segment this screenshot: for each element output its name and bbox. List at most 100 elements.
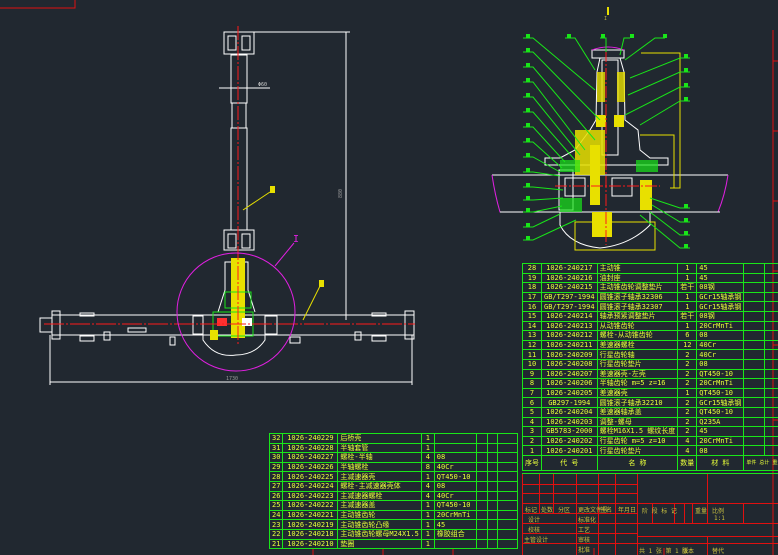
bom-row: 5 1026-240204 差速器轴承盖 2 QT450-10 — [522, 406, 778, 418]
bom-cell-code: GB/T297-1994 — [541, 291, 598, 303]
col-zone: 分区 — [558, 507, 571, 514]
bom-cell-code: GB297-1994 — [541, 397, 598, 408]
bom-cell-mat — [433, 538, 477, 550]
col-mark: 标记 — [525, 507, 538, 514]
bom-header-code: 代 号 — [541, 454, 598, 471]
bom-cell-code: 1026-240207 — [541, 368, 598, 380]
bom-cell-no: 3 — [522, 426, 542, 437]
svg-text:I: I — [604, 16, 607, 22]
bom-row: 24 1026-240221 主动锥齿轮 1 20CrMnTi — [268, 509, 518, 521]
bom-cell-name: 主动锥 — [596, 263, 679, 274]
bom-cell-name: 差速器轴承盖 — [596, 406, 679, 418]
bom-cell-remark — [497, 538, 518, 550]
title-block: 标记 处数 分区 更改文件号 签名 年月日 设计 标准化 校核 工艺 主管设计 … — [522, 473, 778, 555]
bom-cell-no: 5 — [522, 406, 542, 418]
bom-cell-mat: 08 — [696, 330, 745, 341]
bom-cell-code: 1026-240222 — [282, 500, 339, 511]
bom-cell-qty: 1 — [677, 263, 698, 274]
bom-cell-code: 1026-240228 — [282, 442, 339, 454]
bom-cell-mat: 08 — [433, 452, 477, 463]
bom-row: 6GB297-1994圆锥滚子轴承322102GCr15轴承钢标准件 — [522, 397, 778, 408]
bom-cell-unit-weight — [743, 282, 765, 293]
bom-row: 13 1026-240212 螺栓-从动锥齿轮 6 08 — [522, 330, 778, 341]
bom-cell-qty: 1 — [677, 301, 698, 312]
bom-row: 32 1026-240229 后桥壳 1 — [268, 433, 518, 444]
bom-cell-name: 调整-螺母 — [596, 416, 679, 428]
bom-cell-code: 1026-240212 — [541, 330, 598, 341]
bom-cell-remark — [497, 528, 518, 540]
bom-cell-name: 行星齿轮垫片 — [596, 445, 679, 456]
bom-cell-total-weight — [486, 538, 499, 550]
bom-cell-remark — [497, 480, 518, 492]
bom-cell-mat: 20CrMnTi — [696, 320, 745, 332]
bom-cell-no: 14 — [522, 320, 542, 332]
bom-cell-qty: 4 — [420, 490, 435, 502]
bom-cell-name: 差速器螺栓 — [596, 339, 679, 351]
bom-cell-total-weight — [763, 426, 778, 437]
bom-cell-qty: 1 — [420, 528, 435, 540]
bom-row: 26 1026-240223 主减速器螺栓 4 40Cr — [268, 490, 518, 502]
bom-cell-total-weight — [486, 442, 499, 454]
bom-cell-total-weight — [763, 397, 778, 408]
bom-cell-name: 轴承预紧调整垫片 — [596, 310, 679, 322]
bom-cell-unit-weight — [743, 301, 765, 312]
bom-row: 17GB/T297-1994圆锥滚子轴承323061GCr15轴承钢标准件 — [522, 291, 778, 303]
bom-cell-qty: 8 — [420, 461, 435, 473]
bom-cell-total-weight — [763, 272, 778, 284]
bom-header-qty: 数量 — [677, 454, 698, 471]
weight-label: 重量 — [695, 508, 708, 515]
bom-cell-total-weight — [763, 406, 778, 418]
bom-cell-name: 主减速器盖 — [337, 500, 422, 511]
bom-cell-no: 23 — [268, 519, 284, 530]
bom-cell-qty: 1 — [420, 471, 435, 482]
bom-cell-remark — [497, 509, 518, 521]
bom-cell-mat: 橡胶组合 — [433, 528, 477, 540]
bom-cell-mat: 20CrMnTi — [696, 435, 745, 447]
bom-cell-qty: 2 — [677, 358, 698, 370]
bom-cell-no: 4 — [522, 416, 542, 428]
bom-cell-code: 1026-240218 — [282, 528, 339, 540]
bom-cell-name: 主动锥齿轮调整垫片 — [596, 282, 679, 293]
bom-header-row: 序号代 号名 称数量材 料单件 总计 重量备 注 — [522, 454, 778, 471]
bom-cell-mat: 08 — [696, 445, 745, 456]
bom-cell-code: 1026-240208 — [541, 358, 598, 370]
bom-cell-unit-weight — [743, 416, 765, 428]
parts-list-right: 28 1026-240217 主动锥 1 45 19 1026-240216 油封座 1 45 18… — [522, 263, 778, 471]
bom-cell-qty: 若干 — [677, 282, 698, 293]
bom-cell-remark — [497, 433, 518, 444]
bom-cell-no: 26 — [268, 490, 284, 502]
col-sign: 签名 — [600, 507, 613, 514]
bom-cell-unit-weight — [475, 433, 488, 444]
bom-cell-qty: 2 — [677, 406, 698, 418]
bom-row: 1 1026-240201 行星齿轮垫片 4 08 — [522, 445, 778, 456]
bom-cell-total-weight — [486, 461, 499, 473]
bom-cell-name: 油封座 — [596, 272, 679, 284]
bom-cell-unit-weight — [743, 406, 765, 418]
bom-cell-qty: 2 — [677, 426, 698, 437]
bom-cell-qty: 4 — [420, 452, 435, 463]
bom-cell-total-weight — [763, 445, 778, 456]
bom-cell-name: 从动锥齿轮 — [596, 320, 679, 332]
bom-cell-unit-weight — [743, 358, 765, 370]
bom-row: 23 1026-240219 主动锥齿轮凸缘 1 45 — [268, 519, 518, 530]
bom-cell-total-weight — [486, 500, 499, 511]
bom-cell-qty: 1 — [677, 291, 698, 303]
bom-cell-remark — [497, 442, 518, 454]
bom-row: 25 1026-240222 主减速器盖 1 QT450-10 — [268, 500, 518, 511]
bom-cell-code: 1026-240206 — [541, 378, 598, 389]
bom-cell-code: 1026-240223 — [282, 490, 339, 502]
bom-cell-total-weight — [763, 263, 778, 274]
bom-cell-code: 1026-240213 — [541, 320, 598, 332]
bom-cell-total-weight — [763, 387, 778, 399]
col-count: 处数 — [541, 507, 554, 514]
bom-cell-code: 1026-240205 — [541, 387, 598, 399]
bom-cell-qty: 1 — [677, 387, 698, 399]
bom-cell-no: 30 — [268, 452, 284, 463]
process-label: 工艺 — [578, 527, 591, 534]
bom-cell-code: GB5783-2000 — [541, 426, 598, 437]
cad-drawing-canvas: I Φ60 880 1730 I 28 1026-240217 主动锥 1 45… — [0, 0, 778, 555]
bom-cell-mat: QT450-10 — [433, 471, 477, 482]
bom-cell-code: 1026-240210 — [282, 538, 339, 550]
bom-cell-unit-weight — [743, 426, 765, 437]
col-date: 年月日 — [618, 507, 637, 514]
